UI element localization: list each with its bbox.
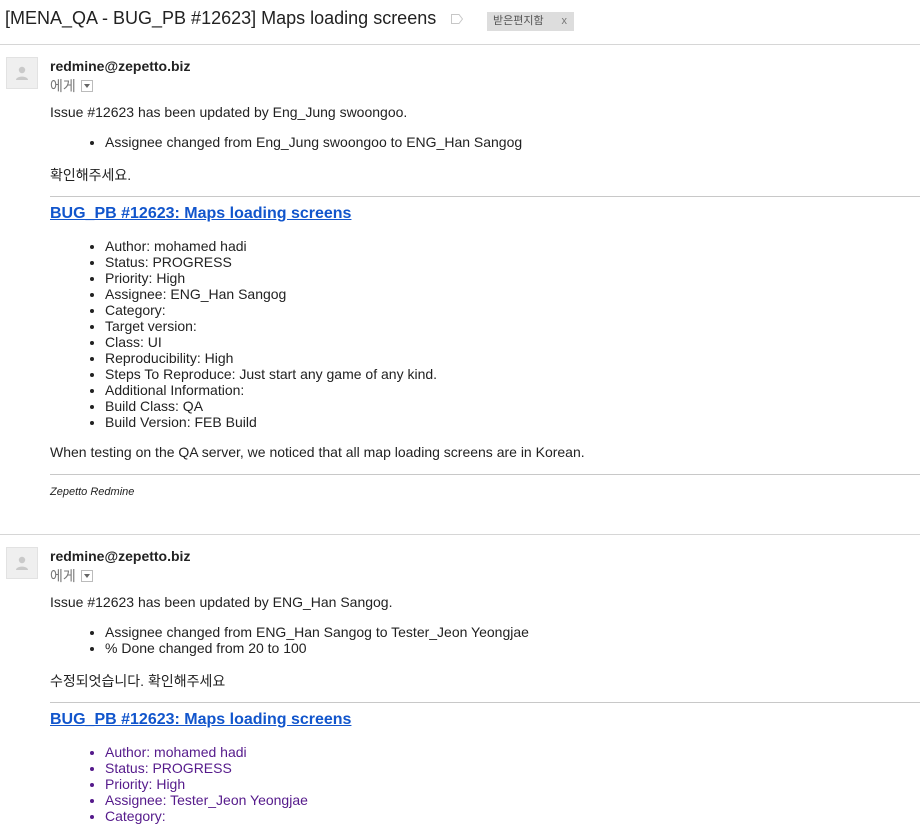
person-icon [16,556,28,570]
update-summary: Issue #12623 has been updated by ENG_Han… [50,594,393,610]
issue-link[interactable]: BUG_PB #12623: Maps loading screens [50,205,351,223]
sender-avatar [6,57,38,89]
detail-item: Category: [105,302,437,318]
detail-item: Author: mohamed hadi [105,744,308,760]
detail-item: Priority: High [105,270,437,286]
change-list: Assignee changed from ENG_Han Sangog to … [50,624,529,656]
detail-item: Status: PROGRESS [105,760,308,776]
detail-item: Reproducibility: High [105,350,437,366]
divider [50,702,920,703]
divider [50,196,920,197]
change-item: Assignee changed from ENG_Han Sangog to … [105,624,529,640]
change-list: Assignee changed from Eng_Jung swoongoo … [50,134,522,150]
divider [50,474,920,475]
sender-avatar [6,547,38,579]
inbox-label-chip: 받은편지함 x [487,12,574,31]
recipient-label: 에게 [50,78,76,94]
recipient-label: 에게 [50,568,76,584]
detail-item: Class: UI [105,334,437,350]
sender-email[interactable]: redmine@zepetto.biz [50,548,190,564]
detail-item: Author: mohamed hadi [105,238,437,254]
detail-item: Category: [105,808,308,824]
issue-details-list: Author: mohamed hadi Status: PROGRESS Pr… [50,238,437,430]
issue-details-list: Author: mohamed hadi Status: PROGRESS Pr… [50,744,308,824]
detail-item: Additional Information: [105,382,437,398]
label-tag-icon[interactable] [451,14,463,24]
inbox-label-text: 받은편지함 [493,15,544,27]
detail-item: Status: PROGRESS [105,254,437,270]
update-summary: Issue #12623 has been updated by Eng_Jun… [50,104,408,120]
update-note: 확인해주세요. [50,167,132,183]
remove-label-button[interactable]: x [562,12,568,31]
issue-description: When testing on the QA server, we notice… [50,444,585,460]
detail-item: Target version: [105,318,437,334]
detail-item: Assignee: Tester_Jeon Yeongjae [105,792,308,808]
message-2: redmine@zepetto.biz 에게 Issue #12623 has … [0,535,920,824]
recipient-line: 에게 [50,566,93,586]
email-footer: Zepetto Redmine [50,486,135,498]
detail-item: Priority: High [105,776,308,792]
change-item: % Done changed from 20 to 100 [105,640,529,656]
recipient-details-dropdown[interactable] [80,80,93,92]
email-subject: [MENA_QA - BUG_PB #12623] Maps loading s… [5,8,437,28]
recipient-details-dropdown[interactable] [80,570,93,582]
person-icon [16,66,28,80]
detail-item: Build Version: FEB Build [105,414,437,430]
detail-item: Steps To Reproduce: Just start any game … [105,366,437,382]
subject-bar: [MENA_QA - BUG_PB #12623] Maps loading s… [0,0,920,45]
detail-item: Build Class: QA [105,398,437,414]
update-note: 수정되엇습니다. 확인해주세요 [50,673,226,689]
recipient-line: 에게 [50,76,93,96]
message-1: redmine@zepetto.biz 에게 Issue #12623 has … [0,45,920,535]
issue-link[interactable]: BUG_PB #12623: Maps loading screens [50,711,351,729]
change-item: Assignee changed from Eng_Jung swoongoo … [105,134,522,150]
detail-item: Assignee: ENG_Han Sangog [105,286,437,302]
sender-email[interactable]: redmine@zepetto.biz [50,58,190,74]
